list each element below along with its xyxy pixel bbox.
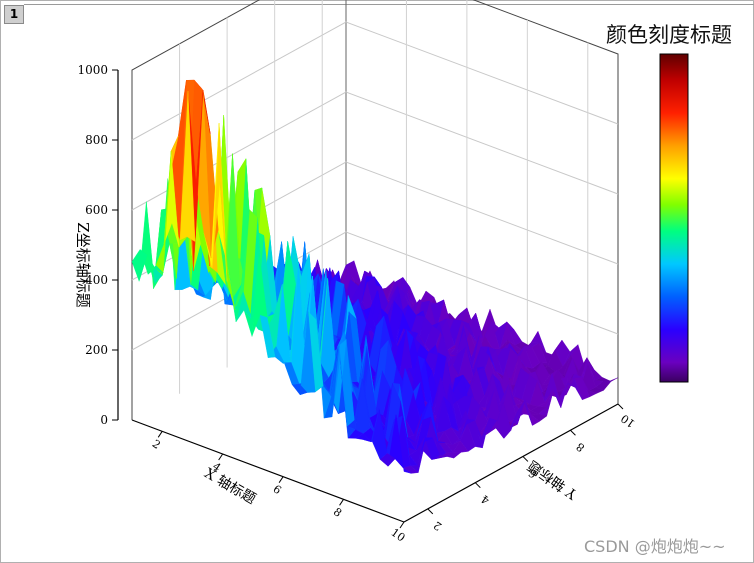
z-tick-label: 600 bbox=[85, 203, 108, 217]
y-tick-label: 2 bbox=[431, 518, 444, 533]
surface-mesh bbox=[131, 79, 619, 474]
z-tick-label: 0 bbox=[100, 413, 108, 427]
y-tick-label: 10 bbox=[619, 412, 638, 431]
x-tick-mark bbox=[218, 453, 224, 461]
watermark: CSDN @炮炮炮~~ bbox=[584, 537, 726, 556]
y-tick-mark bbox=[522, 456, 529, 462]
x-tick-label: 10 bbox=[389, 526, 408, 545]
z-tick-label: 1000 bbox=[77, 63, 108, 77]
x-axis-title: X 轴标题 bbox=[202, 466, 259, 508]
x-tick-mark bbox=[399, 521, 405, 529]
y-tick-label: 8 bbox=[574, 440, 587, 455]
surface-plot: 02004006008001000Z坐标轴标题246810X 轴标题246810… bbox=[74, 0, 689, 545]
x-tick-label: 2 bbox=[150, 437, 163, 452]
z-axis-title: Z坐标轴标题 bbox=[74, 222, 92, 307]
color-scale-title: 颜色刻度标题 bbox=[606, 23, 732, 47]
color-scale-gradient bbox=[659, 53, 689, 383]
z-tick-label: 200 bbox=[85, 343, 108, 357]
x-tick-mark bbox=[157, 431, 163, 438]
x-tick-label: 8 bbox=[331, 505, 344, 520]
y-tick-mark bbox=[570, 429, 576, 436]
x-tick-label: 6 bbox=[271, 482, 284, 497]
y-tick-mark bbox=[617, 403, 624, 410]
surface-patch bbox=[131, 249, 148, 282]
color-scale-bar bbox=[659, 53, 689, 383]
y-tick-label: 4 bbox=[479, 492, 492, 507]
y-tick-mark bbox=[474, 482, 481, 489]
x-tick-mark bbox=[278, 476, 284, 483]
z-tick-label: 800 bbox=[85, 133, 108, 147]
x-tick-mark bbox=[339, 499, 344, 506]
y-tick-mark bbox=[427, 508, 434, 515]
